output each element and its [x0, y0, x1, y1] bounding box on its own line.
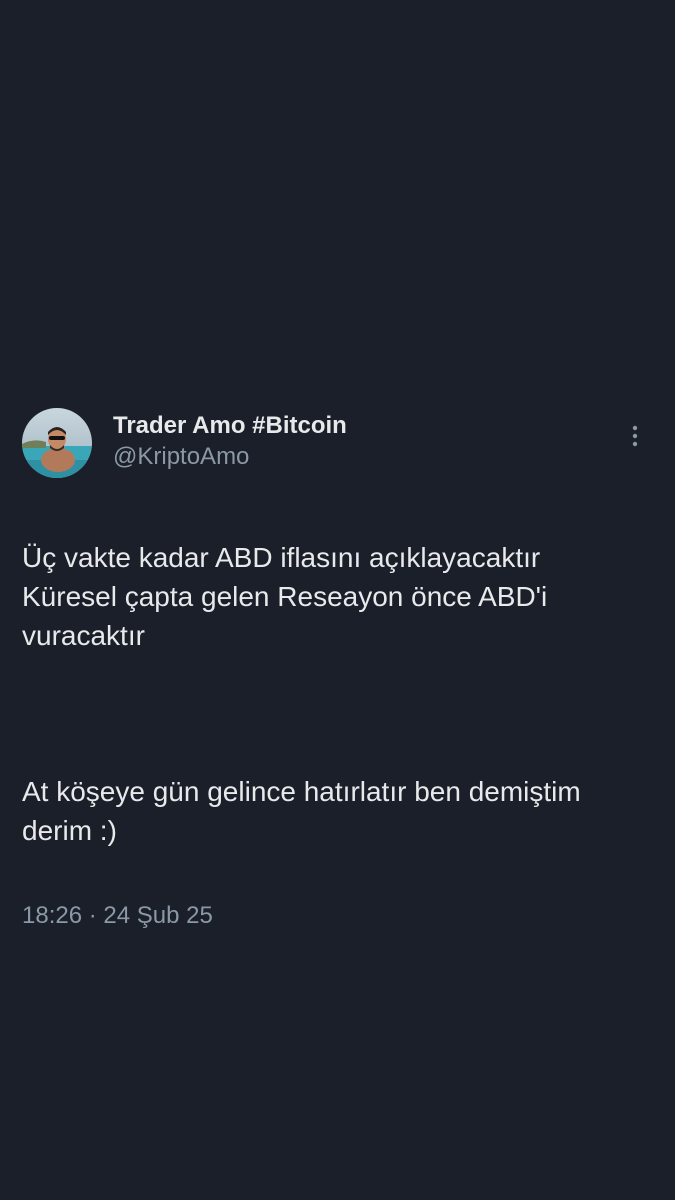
author-names: Trader Amo #Bitcoin @KriptoAmo	[113, 410, 347, 472]
tweet-time: 18:26	[22, 902, 83, 929]
timestamp-separator: ·	[88, 902, 97, 929]
tweet-timestamp[interactable]: 18:26 · 24 Şub 25	[22, 901, 653, 931]
user-handle[interactable]: @KriptoAmo	[113, 442, 347, 472]
tweet-paragraph: Üç vakte kadar ABD iflasını açıklayacakt…	[22, 542, 548, 651]
avatar-photo-icon	[22, 408, 92, 478]
tweet-text: Üç vakte kadar ABD iflasını açıklayacakt…	[22, 499, 653, 889]
tweet-paragraph: At köşeye gün gelince hatırlatır ben dem…	[22, 776, 581, 846]
avatar[interactable]	[22, 408, 92, 478]
tweet-date: 24 Şub 25	[103, 902, 213, 929]
display-name[interactable]: Trader Amo #Bitcoin	[113, 410, 347, 442]
vertical-ellipsis-icon	[632, 425, 638, 447]
tweet: Trader Amo #Bitcoin @KriptoAmo Üç vakte …	[22, 408, 653, 931]
more-options-button[interactable]	[625, 424, 645, 448]
tweet-header: Trader Amo #Bitcoin @KriptoAmo	[22, 408, 653, 480]
